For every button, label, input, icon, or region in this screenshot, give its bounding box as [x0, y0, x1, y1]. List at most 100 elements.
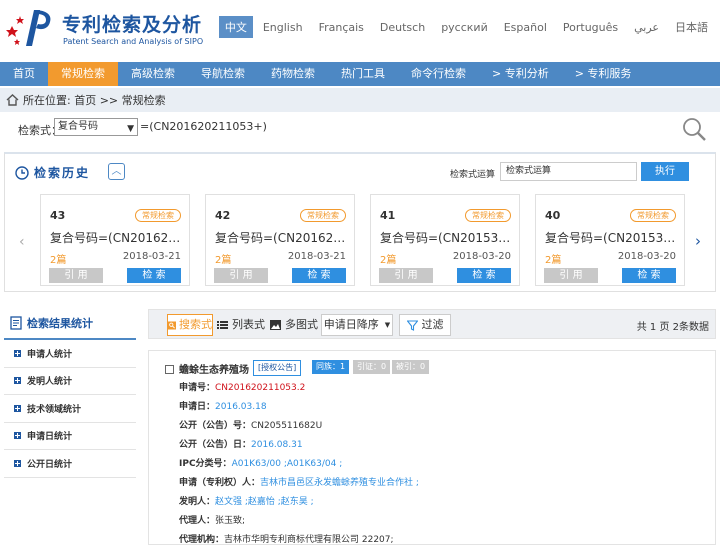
plus-icon [14, 349, 21, 357]
stats-title-text: 检索结果统计 [27, 317, 93, 330]
field-value[interactable]: 赵文强 ;赵嘉怡 ;赵东昊 ; [215, 497, 314, 507]
caret-down-icon: ▼ [384, 321, 391, 329]
lang-arabic[interactable]: عربي [628, 18, 665, 37]
history-type-badge: 常规检索 [465, 209, 511, 222]
history-number: 40 [545, 209, 561, 222]
field-application-number: 申请号：CN201620211053.2 [179, 380, 305, 393]
stats-sidebar: 检索结果统计 申请人统计 发明人统计 技术领域统计 申请日统计 公开日统计 [4, 308, 136, 478]
citation-badge[interactable]: 引证：0 [353, 360, 391, 374]
stats-inventor[interactable]: 发明人统计 [4, 367, 136, 395]
list-view-button[interactable]: 列表式 [217, 314, 265, 336]
field-value[interactable]: 吉林市昌邑区永发蟾蜍养殖专业合作社 ; [260, 478, 419, 488]
lang-french[interactable]: Français [313, 18, 370, 37]
stats-item-label: 发明人统计 [27, 377, 73, 388]
plus-icon [14, 404, 21, 412]
history-number: 42 [215, 209, 231, 222]
lang-spanish[interactable]: Español [498, 18, 553, 37]
field-key: 代理人： [179, 516, 216, 526]
nav-regular-search[interactable]: 常规检索 [48, 62, 118, 86]
search-history-panel: 检索历史 ︿ 检索式运算 检索式运算 执行 ‹ › 43 常规检索 复合号码=(… [4, 152, 716, 292]
field-key: 发明人： [179, 497, 216, 507]
nav-drug-search[interactable]: 药物检索 [258, 62, 328, 86]
chevron-down-icon: ▼ [127, 124, 134, 134]
sort-dropdown[interactable]: 申请日降序 ▼ [321, 314, 393, 336]
execute-button[interactable]: 执行 [641, 162, 689, 181]
stats-item-label: 公开日统计 [27, 459, 73, 470]
document-icon [10, 316, 22, 330]
history-type-badge: 常规检索 [300, 209, 346, 222]
result-item: 蟾蜍生态养殖场 [授权公告] 同族：1 引证：0 被引：0 申请号：CN2016… [148, 350, 716, 545]
history-count: 2篇 [215, 255, 232, 266]
collapse-history-button[interactable]: ︿ [108, 163, 125, 180]
field-value: CN205511682U [251, 421, 323, 431]
field-key: 代理机构： [179, 535, 225, 545]
search-button[interactable]: 检 索 [622, 268, 676, 283]
main-nav: 首页 常规检索 高级检索 导航检索 药物检索 热门工具 命令行检索 > 专利分析… [0, 62, 720, 86]
expression-calc-label: 检索式运算 [450, 170, 496, 180]
field-key: 公开（公告）号： [179, 421, 252, 431]
history-query: 复合号码=(CN2016202110 [215, 231, 350, 245]
language-switcher: 中文 English Français Deutsch русский Espa… [215, 16, 714, 38]
nav-patent-service[interactable]: > 专利服务 [562, 62, 645, 86]
history-date: 2018-03-21 [122, 251, 181, 262]
cite-button[interactable]: 引 用 [49, 268, 103, 283]
history-card: 43 常规检索 复合号码=(CN2016202110 2篇 2018-03-21… [40, 194, 190, 286]
cite-button[interactable]: 引 用 [544, 268, 598, 283]
field-applicant: 申请（专利权）人：吉林市昌邑区永发蟾蜍养殖专业合作社 ; [179, 475, 419, 488]
cited-by-badge[interactable]: 被引：0 [392, 360, 430, 374]
search-view-button[interactable]: 搜索式 [167, 314, 213, 336]
search-button[interactable]: 检 索 [292, 268, 346, 283]
filter-button[interactable]: 过滤 [399, 314, 451, 336]
search-type-value: 复合号码 [58, 121, 98, 132]
search-bar: 检索式： 复合号码 ▼ =(CN201620211053+) [0, 112, 720, 146]
nav-command-search[interactable]: 命令行检索 [398, 62, 479, 86]
field-value[interactable]: CN201620211053.2 [215, 383, 305, 393]
nav-home[interactable]: 首页 [0, 62, 48, 86]
field-value[interactable]: 2016.08.31 [251, 440, 303, 450]
lang-german[interactable]: Deutsch [374, 18, 431, 37]
nav-advanced-search[interactable]: 高级检索 [118, 62, 188, 86]
pager-info: 共 1 页 2条数据 [636, 322, 709, 333]
lang-chinese[interactable]: 中文 [218, 16, 253, 38]
lang-russian[interactable]: русский [435, 18, 494, 37]
sipo-logo-icon [6, 10, 51, 46]
field-value[interactable]: 2016.03.18 [215, 402, 267, 412]
multi-image-view-button[interactable]: 多图式 [270, 314, 318, 336]
result-title[interactable]: 蟾蜍生态养殖场 [179, 361, 249, 376]
stats-application-date[interactable]: 申请日统计 [4, 422, 136, 450]
history-number: 43 [50, 209, 66, 222]
history-type-badge: 常规检索 [630, 209, 676, 222]
result-checkbox[interactable] [165, 365, 174, 374]
history-title-text: 检索历史 [34, 166, 91, 180]
list-view-label: 列表式 [232, 318, 265, 331]
field-key: 公开（公告）日： [179, 440, 252, 450]
lang-english[interactable]: English [257, 18, 309, 37]
cite-button[interactable]: 引 用 [214, 268, 268, 283]
stats-publication-date[interactable]: 公开日统计 [4, 450, 136, 478]
history-card: 40 常规检索 复合号码=(CN20153054 2篇 2018-03-20 引… [535, 194, 685, 286]
stats-title: 检索结果统计 [4, 308, 136, 340]
field-key: 申请（专利权）人： [179, 478, 261, 488]
cite-button[interactable]: 引 用 [379, 268, 433, 283]
expression-calc-input[interactable]: 检索式运算 [500, 162, 637, 181]
nav-patent-analysis[interactable]: > 专利分析 [479, 62, 562, 86]
header: 专利检索及分析 Patent Search and Analysis of SI… [0, 0, 720, 60]
field-value[interactable]: A01K63/00 ;A01K63/04 ; [232, 459, 343, 469]
field-inventor: 发明人：赵文强 ;赵嘉怡 ;赵东昊 ; [179, 494, 314, 507]
stats-applicant[interactable]: 申请人统计 [4, 340, 136, 368]
search-button[interactable]: 检 索 [457, 268, 511, 283]
search-icon[interactable] [681, 116, 707, 142]
search-button[interactable]: 检 索 [127, 268, 181, 283]
multi-view-label: 多图式 [285, 318, 318, 331]
stats-tech-field[interactable]: 技术领域统计 [4, 395, 136, 423]
chevron-right-icon[interactable]: › [695, 232, 701, 250]
chevron-left-icon[interactable]: ‹ [19, 234, 25, 250]
lang-portuguese[interactable]: Português [557, 18, 624, 37]
search-type-select[interactable]: 复合号码 ▼ [54, 118, 138, 136]
history-query: 复合号码=(CN20153054 [380, 231, 515, 245]
plus-icon [14, 459, 21, 467]
nav-hot-tools[interactable]: 热门工具 [328, 62, 398, 86]
family-badge[interactable]: 同族：1 [312, 360, 350, 374]
lang-japanese[interactable]: 日本語 [669, 16, 714, 38]
nav-navigation-search[interactable]: 导航检索 [188, 62, 258, 86]
